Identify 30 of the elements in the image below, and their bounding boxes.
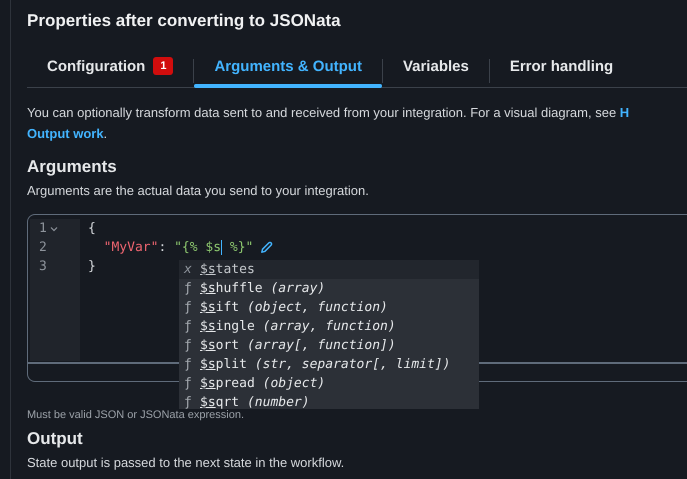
section-heading: Output — [27, 429, 83, 449]
pencil-icon[interactable] — [259, 240, 274, 255]
section-subtitle: Arguments are the actual data you send to your integration. — [27, 183, 370, 198]
code-line: } — [88, 259, 96, 274]
section-heading: Arguments — [27, 157, 117, 177]
line-number: 1 — [39, 221, 47, 236]
panel-title: Properties after converting to JSONata — [27, 11, 342, 31]
tab[interactable]: Arguments & Output — [194, 45, 382, 87]
help-link[interactable]: Output work — [27, 126, 104, 141]
suggestion-item[interactable]: ƒ $spread (object) — [179, 374, 479, 393]
help-link[interactable]: H — [620, 105, 630, 120]
line-number: 2 — [39, 240, 47, 255]
line-number: 3 — [39, 259, 47, 274]
suggestion-item[interactable]: ƒ $shuffle (array) — [179, 279, 479, 298]
suggestion-item[interactable]: ƒ $sort (array[, function]) — [179, 336, 479, 355]
section-subtitle: State output is passed to the next state in the workflow. — [27, 455, 346, 470]
suggestion-item[interactable]: ƒ $sqrt (number) — [179, 393, 479, 409]
description-text: You can optionally transform data sent to and received from your integration. For a visual diagram, see H Output work. — [27, 104, 630, 143]
suggestion-item[interactable]: ƒ $sift (object, function) — [179, 298, 479, 317]
validation-hint: Must be valid JSON or JSONata expression. — [27, 409, 246, 421]
suggestion-item[interactable]: x $states — [179, 260, 479, 279]
tab[interactable]: Configuration 1 — [27, 45, 194, 87]
fold-caret-icon[interactable] — [50, 224, 58, 232]
suggestion-item[interactable]: ƒ $single (array, function) — [179, 317, 479, 336]
tab[interactable]: Error handling — [490, 45, 634, 87]
suggestion-item[interactable]: ƒ $split (str, separator[, limit]) — [179, 355, 479, 374]
code-line: "MyVar": "{% $s %}" — [102, 240, 254, 256]
tab[interactable]: Variables — [382, 45, 489, 87]
error-count-badge: 1 — [153, 57, 174, 75]
code-line: { — [88, 221, 96, 236]
